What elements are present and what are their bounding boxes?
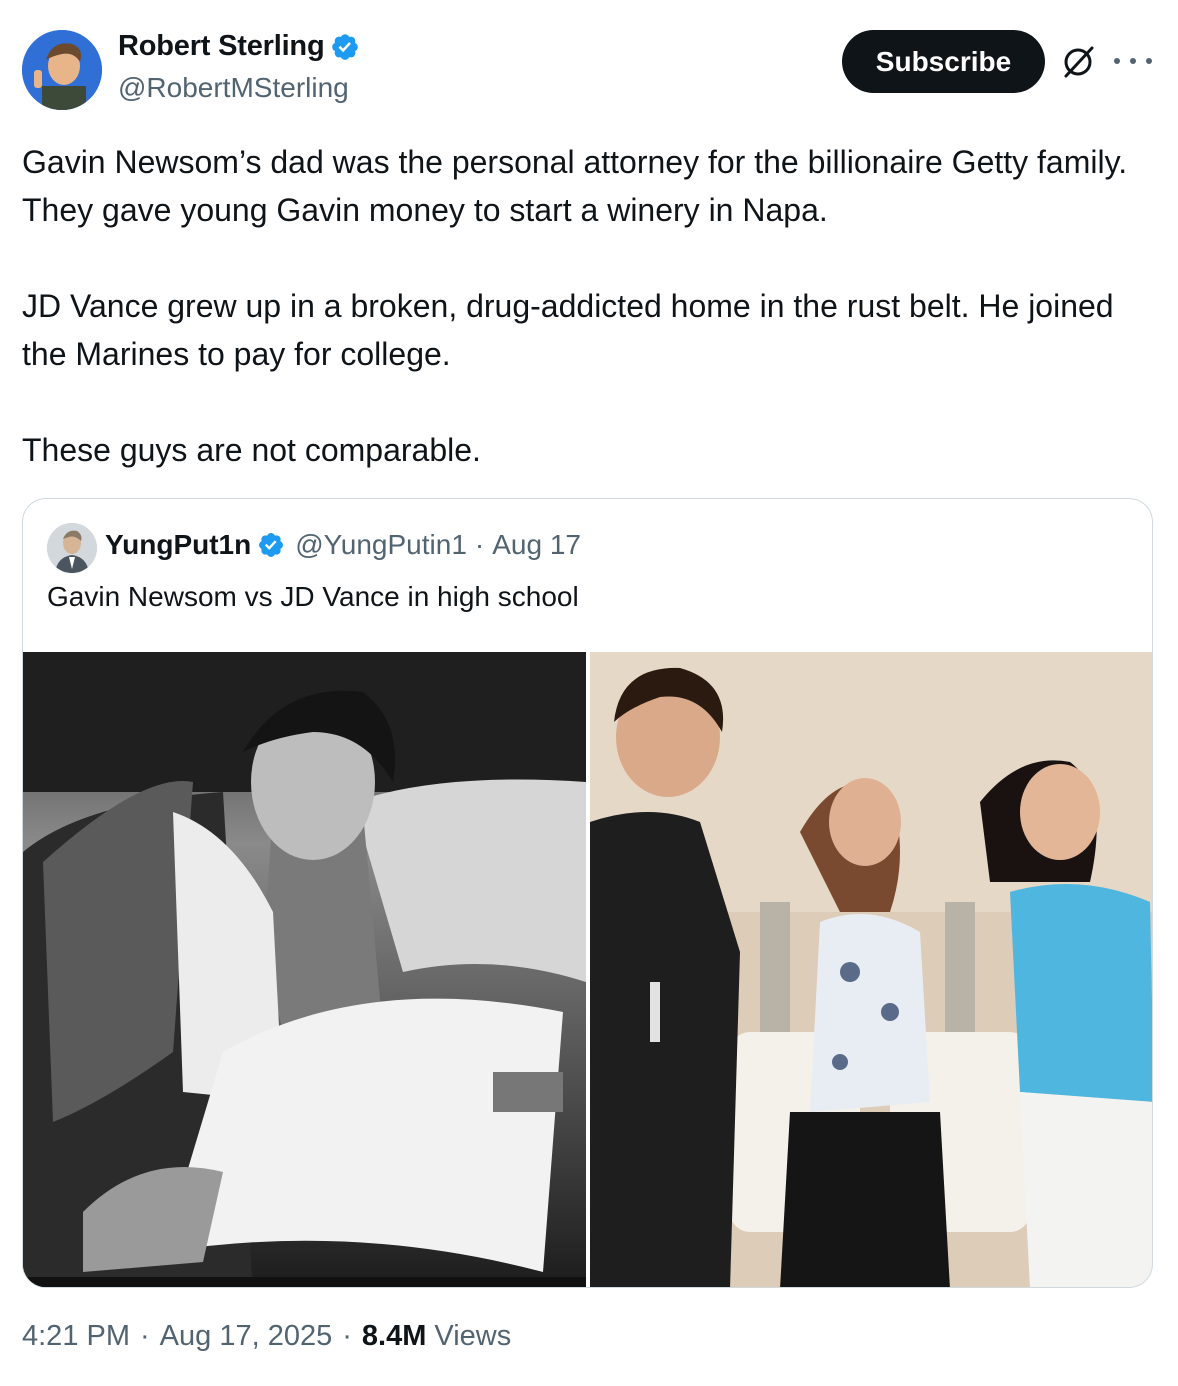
more-dot bbox=[1146, 58, 1152, 64]
quoted-author-handle[interactable]: @YungPutin1 bbox=[295, 529, 467, 561]
quoted-date[interactable]: Aug 17 bbox=[492, 529, 581, 561]
quoted-author-name[interactable]: YungPut1n bbox=[105, 529, 251, 561]
author-name-text[interactable]: Robert Sterling bbox=[118, 30, 325, 63]
quoted-header: YungPut1n @YungPutin1 · Aug 17 bbox=[105, 529, 581, 561]
quoted-separator: · bbox=[474, 529, 485, 560]
quoted-text: Gavin Newsom vs JD Vance in high school bbox=[47, 581, 579, 612]
author-avatar[interactable] bbox=[22, 30, 102, 110]
quoted-image-left[interactable] bbox=[23, 652, 586, 1287]
tweet-footer: 4:21 PM · Aug 17, 2025 · 8.4M Views bbox=[22, 1320, 511, 1353]
tweet-paragraph: JD Vance grew up in a broken, drug-addic… bbox=[22, 288, 1114, 372]
subscribe-button[interactable]: Subscribe bbox=[842, 30, 1045, 93]
grok-icon[interactable] bbox=[1060, 44, 1096, 80]
quoted-author-avatar[interactable] bbox=[47, 523, 97, 573]
tweet-paragraph: Gavin Newsom’s dad was the personal atto… bbox=[22, 144, 1128, 228]
author-name[interactable]: Robert Sterling bbox=[118, 30, 360, 63]
tweet-text: Gavin Newsom’s dad was the personal atto… bbox=[22, 138, 1152, 474]
more-dot bbox=[1114, 58, 1120, 64]
more-icon[interactable] bbox=[1114, 50, 1152, 72]
quoted-tweet[interactable]: YungPut1n @YungPutin1 · Aug 17 Gavin New… bbox=[22, 498, 1153, 1288]
tweet-paragraph: These guys are not comparable. bbox=[22, 432, 481, 468]
views-label[interactable]: Views bbox=[434, 1320, 511, 1353]
footer-separator: · bbox=[140, 1320, 150, 1352]
tweet-date[interactable]: Aug 17, 2025 bbox=[160, 1320, 333, 1353]
tweet-time[interactable]: 4:21 PM bbox=[22, 1320, 130, 1353]
author-handle[interactable]: @RobertMSterling bbox=[118, 72, 349, 104]
more-dot bbox=[1130, 58, 1136, 64]
quoted-image-right[interactable] bbox=[590, 652, 1152, 1287]
verified-badge-icon bbox=[332, 33, 359, 60]
verified-badge-icon bbox=[259, 533, 284, 557]
footer-separator: · bbox=[342, 1320, 352, 1352]
views-count[interactable]: 8.4M bbox=[362, 1320, 426, 1353]
